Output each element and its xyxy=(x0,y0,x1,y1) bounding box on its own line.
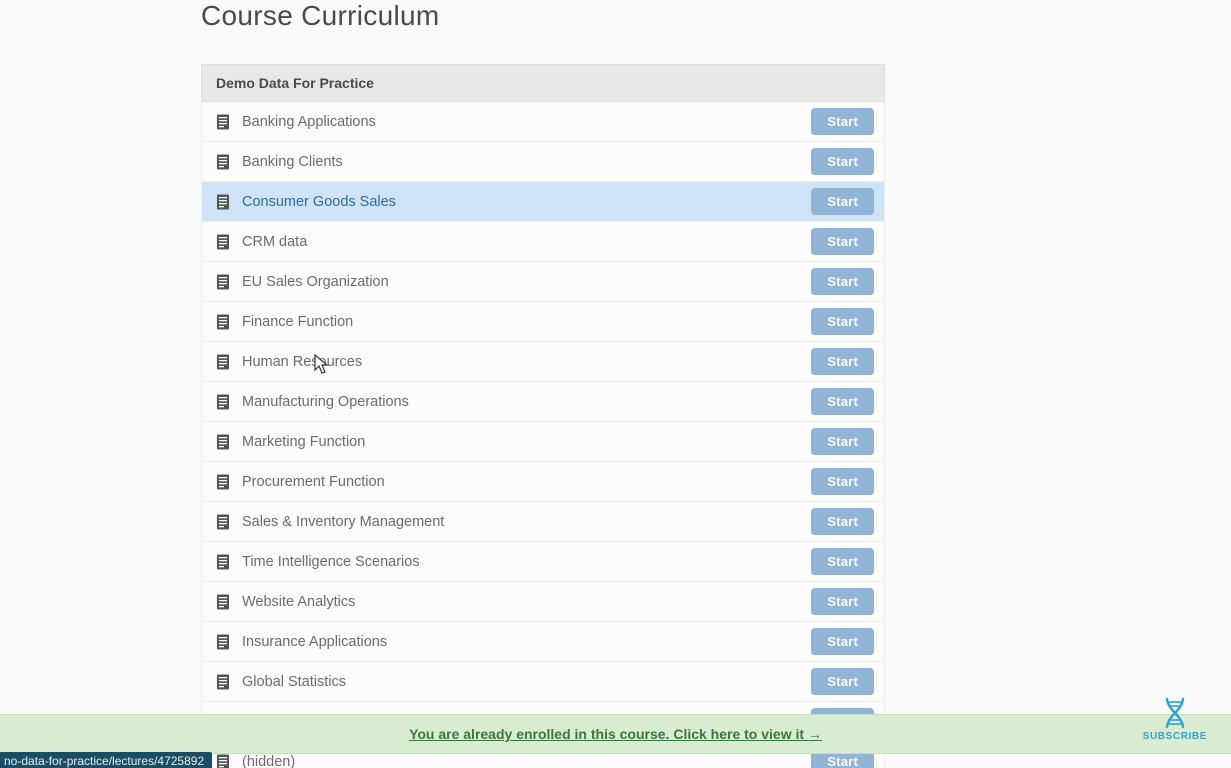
start-button[interactable]: Start xyxy=(811,588,874,615)
start-button[interactable]: Start xyxy=(811,308,874,335)
document-icon xyxy=(216,754,230,768)
lecture-label: Finance Function xyxy=(242,314,353,330)
document-icon xyxy=(216,154,230,170)
lecture-row[interactable]: Banking Applications Start xyxy=(201,102,885,142)
start-button[interactable]: Start xyxy=(811,668,874,695)
document-icon xyxy=(216,474,230,490)
start-button[interactable]: Start xyxy=(811,348,874,375)
document-icon xyxy=(216,514,230,530)
start-button[interactable]: Start xyxy=(811,148,874,175)
start-button[interactable]: Start xyxy=(811,628,874,655)
document-icon xyxy=(216,234,230,250)
start-button[interactable]: Start xyxy=(811,388,874,415)
document-icon xyxy=(216,674,230,690)
lecture-label: Time Intelligence Scenarios xyxy=(242,554,420,570)
dna-icon xyxy=(1159,697,1191,729)
lecture-label: Insurance Applications xyxy=(242,634,387,650)
document-icon xyxy=(216,314,230,330)
curriculum-section: Demo Data For Practice Banking Applicati… xyxy=(201,64,885,768)
lecture-label: Consumer Goods Sales xyxy=(242,194,396,210)
document-icon xyxy=(216,554,230,570)
lecture-label: Procurement Function xyxy=(242,474,385,490)
start-button[interactable]: Start xyxy=(811,188,874,215)
start-button[interactable]: Start xyxy=(811,228,874,255)
start-button[interactable]: Start xyxy=(811,548,874,575)
lecture-label: Banking Applications xyxy=(242,114,376,130)
document-icon xyxy=(216,634,230,650)
status-bar-url: no-data-for-practice/lectures/4725892 xyxy=(0,752,212,768)
start-button[interactable]: Start xyxy=(811,108,874,135)
lecture-label: Sales & Inventory Management xyxy=(242,514,444,530)
lecture-label: (hidden) xyxy=(242,754,295,768)
lecture-row[interactable]: Finance Function Start xyxy=(201,302,885,342)
document-icon xyxy=(216,434,230,450)
lecture-row[interactable]: Banking Clients Start xyxy=(201,142,885,182)
section-header: Demo Data For Practice xyxy=(201,64,885,102)
lecture-label: Marketing Function xyxy=(242,434,365,450)
lecture-label: Website Analytics xyxy=(242,594,355,610)
lecture-label: CRM data xyxy=(242,234,307,250)
subscribe-label: SUBSCRIBE xyxy=(1143,731,1207,742)
start-button[interactable]: Start xyxy=(811,508,874,535)
lecture-label: Global Statistics xyxy=(242,674,346,690)
lecture-row[interactable]: Global Statistics Start xyxy=(201,662,885,702)
document-icon xyxy=(216,594,230,610)
lecture-label: Banking Clients xyxy=(242,154,343,170)
lecture-row[interactable]: Time Intelligence Scenarios Start xyxy=(201,542,885,582)
lecture-row[interactable]: Human Resources Start xyxy=(201,342,885,382)
lecture-row[interactable]: CRM data Start xyxy=(201,222,885,262)
document-icon xyxy=(216,194,230,210)
lecture-row[interactable]: EU Sales Organization Start xyxy=(201,262,885,302)
enrolled-banner-link[interactable]: You are already enrolled in this course.… xyxy=(409,726,822,742)
lecture-row[interactable]: Manufacturing Operations Start xyxy=(201,382,885,422)
start-button[interactable]: Start xyxy=(811,268,874,295)
lecture-row[interactable]: Procurement Function Start xyxy=(201,462,885,502)
lecture-label: Manufacturing Operations xyxy=(242,394,409,410)
lecture-row[interactable]: Marketing Function Start xyxy=(201,422,885,462)
document-icon xyxy=(216,354,230,370)
document-icon xyxy=(216,114,230,130)
document-icon xyxy=(216,274,230,290)
enrolled-banner: You are already enrolled in this course.… xyxy=(0,714,1231,754)
lecture-row[interactable]: Sales & Inventory Management Start xyxy=(201,502,885,542)
lecture-label: EU Sales Organization xyxy=(242,274,389,290)
page-title: Course Curriculum xyxy=(201,0,885,32)
subscribe-widget[interactable]: SUBSCRIBE xyxy=(1143,697,1207,742)
document-icon xyxy=(216,394,230,410)
start-button[interactable]: Start xyxy=(811,428,874,455)
lecture-row[interactable]: Consumer Goods Sales Start xyxy=(201,182,885,222)
start-button[interactable]: Start xyxy=(811,468,874,495)
lecture-label: Human Resources xyxy=(242,354,362,370)
lecture-row[interactable]: Website Analytics Start xyxy=(201,582,885,622)
lecture-row[interactable]: Insurance Applications Start xyxy=(201,622,885,662)
